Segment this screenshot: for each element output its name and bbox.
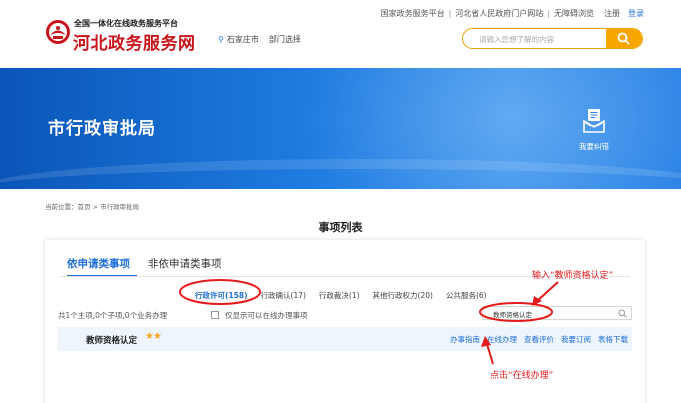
- guide-link[interactable]: 办事指南: [450, 334, 480, 345]
- item-actions: 办事指南 在线办理 查看评价 我要订阅 表格下载: [443, 334, 628, 345]
- banner-title: 市行政审批局: [48, 119, 156, 139]
- click-instruction: 点击“在线办理”: [490, 371, 554, 381]
- category-filters: 行政许可(158) 行政确认(17) 行政裁决(1) 其他行政权力(20) 公共服务(6…: [195, 290, 500, 301]
- national-platform-link[interactable]: 国家政务服务平台: [381, 8, 445, 19]
- report-icon: [583, 109, 605, 133]
- online-handle-link[interactable]: 在线办理: [487, 334, 517, 345]
- logo-title: 河北政务服务网: [73, 34, 196, 54]
- city-selector[interactable]: 石家庄市: [227, 35, 259, 44]
- divider: |: [448, 9, 452, 18]
- banner-wave: [0, 159, 681, 189]
- subscribe-link[interactable]: 我要订阅: [561, 334, 591, 345]
- category-admin-confirmation[interactable]: 行政确认(17): [261, 290, 306, 301]
- location-pin-icon: ⚲: [218, 35, 224, 44]
- online-only-label: 仅显示可以在线办理事项: [225, 311, 308, 320]
- report-label: 我要纠错: [579, 142, 609, 151]
- rating-stars: ★★: [145, 331, 162, 342]
- province-portal-link[interactable]: 河北省人民政府门户网站: [455, 8, 543, 19]
- location-bar: ⚲ 石家庄市 部门选择: [218, 34, 301, 45]
- barrier-free-link[interactable]: 无障碍浏览: [554, 8, 594, 19]
- search-button[interactable]: [606, 29, 642, 48]
- site-logo[interactable]: 全国一体化在线政务服务平台 河北政务服务网: [45, 16, 215, 54]
- tab-application-items[interactable]: 依申请类事项: [67, 256, 130, 271]
- login-link[interactable]: 登录: [628, 8, 644, 19]
- page-title: 事项列表: [318, 221, 363, 234]
- items-panel: 依申请类事项 非依申请类事项 行政许可(158) 行政确认(17) 行政裁决(1) 其他…: [45, 240, 645, 403]
- register-link[interactable]: 注册: [604, 8, 620, 19]
- top-links: 国家政务服务平台 | 河北省人民政府门户网站 | 无障碍浏览 注册 登录: [381, 8, 644, 19]
- category-admin-ruling[interactable]: 行政裁决(1): [319, 290, 360, 301]
- category-admin-license[interactable]: 行政许可(158): [195, 290, 248, 301]
- item-search-input[interactable]: 教师资格认定: [482, 306, 632, 320]
- online-only-checkbox[interactable]: [211, 311, 219, 319]
- logo-subtitle: 全国一体化在线政务服务平台: [74, 19, 178, 28]
- item-search-value: 教师资格认定: [493, 311, 532, 319]
- banner: 市行政审批局 我要纠错: [0, 68, 681, 189]
- category-public-service[interactable]: 公共服务(6): [446, 290, 487, 301]
- search-icon[interactable]: [618, 309, 627, 318]
- department-selector[interactable]: 部门选择: [269, 35, 301, 44]
- report-error-button[interactable]: 我要纠错: [574, 108, 614, 152]
- input-instruction: 输入“教师资格认定”: [532, 271, 614, 281]
- online-only-filter[interactable]: 仅显示可以在线办理事项: [211, 310, 308, 321]
- view-reviews-link[interactable]: 查看评价: [524, 334, 554, 345]
- item-type-tabs: 依申请类事项 非依申请类事项: [67, 256, 240, 271]
- search-icon: [617, 32, 630, 45]
- divider: |: [547, 9, 550, 18]
- site-search: 请输入您想了解的内容: [462, 28, 643, 49]
- breadcrumb: 当前位置：首页 > 市行政审批局: [45, 203, 140, 211]
- item-name[interactable]: 教师资格认定: [86, 334, 137, 346]
- emblem-icon: [46, 20, 70, 44]
- form-download-link[interactable]: 表格下载: [598, 334, 628, 345]
- item-row: 教师资格认定 ★★ 办事指南 在线办理 查看评价 我要订阅 表格下载: [58, 327, 632, 351]
- search-input[interactable]: 请输入您想了解的内容: [479, 34, 554, 45]
- result-summary: 共1个主项,0个子项,0个业务办理: [58, 311, 168, 320]
- category-other-power[interactable]: 其他行政权力(20): [373, 290, 433, 301]
- tab-non-application-items[interactable]: 非依申请类事项: [148, 256, 222, 271]
